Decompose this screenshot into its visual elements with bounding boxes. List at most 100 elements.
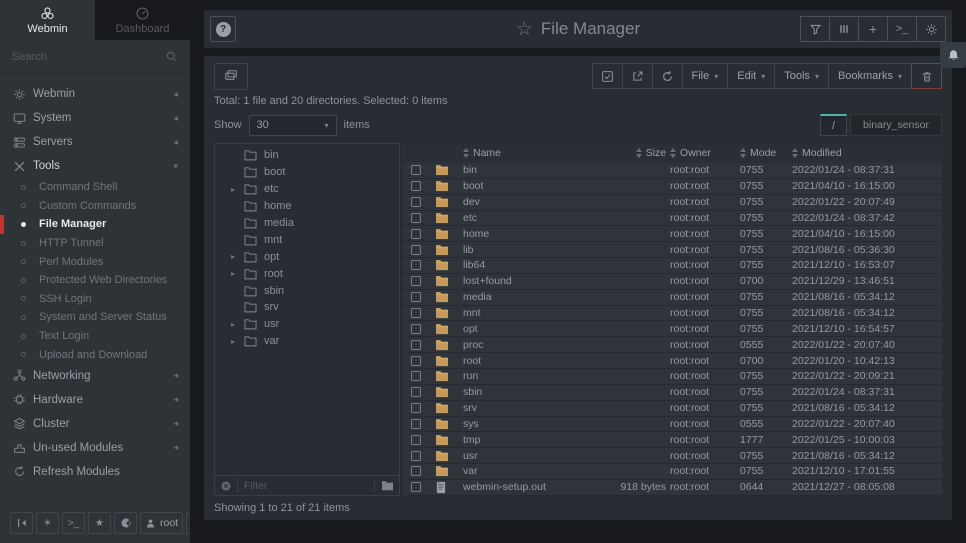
sidebar-item-un-used-modules[interactable]: Un-used Modules◂	[0, 436, 190, 460]
root-path-button[interactable]: /	[820, 114, 847, 136]
sidebar-item-protected-web-directories[interactable]: Protected Web Directories	[0, 271, 190, 290]
tree-item-bin[interactable]: bin	[215, 147, 399, 164]
search-input[interactable]	[12, 51, 165, 63]
tree-expand-icon[interactable]: ▸	[229, 185, 237, 194]
table-row-lib64[interactable]: lib64root:root07552021/12/10 - 16:53:07	[403, 258, 942, 274]
sidebar-item-system-and-server-status[interactable]: System and Server Status	[0, 308, 190, 327]
row-checkbox[interactable]	[403, 229, 429, 239]
table-row-lost-found[interactable]: lost+foundroot:root07002021/12/29 - 13:4…	[403, 274, 942, 290]
tree-item-usr[interactable]: ▸usr	[215, 316, 399, 333]
tree-item-media[interactable]: media	[215, 215, 399, 232]
row-checkbox[interactable]	[403, 213, 429, 223]
sidebar-item-webmin[interactable]: Webmin◂	[0, 82, 190, 106]
tree-folder-button[interactable]	[374, 480, 394, 491]
table-row-bin[interactable]: binroot:root07552022/01/24 - 08:37:31	[403, 163, 942, 179]
sidebar-item-ssh-login[interactable]: SSH Login	[0, 290, 190, 309]
sidebar-item-custom-commands[interactable]: Custom Commands	[0, 197, 190, 216]
row-checkbox[interactable]	[403, 387, 429, 397]
column-header-mode[interactable]: Mode	[740, 147, 792, 159]
row-checkbox[interactable]	[403, 466, 429, 476]
tree-item-boot[interactable]: boot	[215, 164, 399, 181]
edit-menu-button[interactable]: Edit ▾	[727, 63, 775, 89]
tree-item-sbin[interactable]: sbin	[215, 282, 399, 299]
terminal-shortcut-button[interactable]: >_	[62, 512, 85, 534]
table-row-run[interactable]: runroot:root07552022/01/22 - 20:09:21	[403, 369, 942, 385]
sidebar-item-upload-and-download[interactable]: Upload and Download	[0, 345, 190, 364]
filter-button[interactable]	[800, 16, 830, 42]
sidebar-item-tools[interactable]: Tools▾	[0, 154, 190, 178]
settings-button[interactable]	[916, 16, 946, 42]
columns-button[interactable]	[829, 16, 859, 42]
table-row-sbin[interactable]: sbinroot:root07552022/01/24 - 08:37:31	[403, 385, 942, 401]
clear-filter-icon[interactable]	[220, 480, 232, 492]
sidebar-item-file-manager[interactable]: File Manager	[0, 215, 190, 234]
sidebar-item-text-login[interactable]: Text Login	[0, 327, 190, 346]
row-checkbox[interactable]	[403, 324, 429, 334]
row-checkbox[interactable]	[403, 292, 429, 302]
delete-button[interactable]	[911, 63, 942, 89]
row-checkbox[interactable]	[403, 308, 429, 318]
sidebar-item-cluster[interactable]: Cluster◂	[0, 412, 190, 436]
row-checkbox[interactable]	[403, 181, 429, 191]
row-checkbox[interactable]	[403, 371, 429, 381]
tree-expand-icon[interactable]: ▸	[229, 252, 237, 261]
table-row-mnt[interactable]: mntroot:root07552021/08/16 - 05:34:12	[403, 306, 942, 322]
table-row-tmp[interactable]: tmproot:root17772022/01/25 - 10:00:03	[403, 432, 942, 448]
row-checkbox[interactable]	[403, 245, 429, 255]
sidebar-item-perl-modules[interactable]: Perl Modules	[0, 252, 190, 271]
table-row-opt[interactable]: optroot:root07552021/12/10 - 16:54:57	[403, 321, 942, 337]
row-checkbox[interactable]	[403, 356, 429, 366]
tab-webmin[interactable]: Webmin	[0, 0, 95, 40]
help-button[interactable]: ?	[210, 16, 236, 42]
sidebar-item-hardware[interactable]: Hardware◂	[0, 388, 190, 412]
row-checkbox[interactable]	[403, 260, 429, 270]
sidebar-item-system[interactable]: System◂	[0, 106, 190, 130]
table-row-home[interactable]: homeroot:root07552021/04/10 - 16:15:00	[403, 226, 942, 242]
row-checkbox[interactable]	[403, 165, 429, 175]
table-row-var[interactable]: varroot:root07552021/12/10 - 17:01:55	[403, 464, 942, 480]
tab-dashboard[interactable]: Dashboard	[95, 0, 190, 40]
table-row-usr[interactable]: usrroot:root07552021/08/16 - 05:34:12	[403, 448, 942, 464]
add-button[interactable]: +	[858, 16, 888, 42]
row-checkbox[interactable]	[403, 451, 429, 461]
tree-item-home[interactable]: home	[215, 198, 399, 215]
tree-item-mnt[interactable]: mnt	[215, 231, 399, 248]
file-menu-button[interactable]: File ▾	[682, 63, 729, 89]
tree-expand-icon[interactable]: ▸	[229, 337, 237, 346]
grid-view-button[interactable]	[214, 63, 248, 90]
user-button[interactable]: root	[140, 512, 183, 534]
favorites-button[interactable]: ★	[88, 512, 111, 534]
page-size-select[interactable]: 30 ▾	[249, 115, 337, 136]
tree-item-root[interactable]: ▸root	[215, 265, 399, 282]
share-button[interactable]	[622, 63, 653, 89]
tree-item-etc[interactable]: ▸etc	[215, 181, 399, 198]
sidebar-item-networking[interactable]: Networking◂	[0, 364, 190, 388]
table-row-media[interactable]: mediaroot:root07552021/08/16 - 05:34:12	[403, 290, 942, 306]
shell-button[interactable]: >_	[887, 16, 917, 42]
refresh-button[interactable]	[652, 63, 683, 89]
bookmarks-menu-button[interactable]: Bookmarks ▾	[828, 63, 912, 89]
tree-expand-icon[interactable]: ▸	[229, 320, 237, 329]
tools-menu-button[interactable]: Tools ▾	[774, 63, 829, 89]
column-header-owner[interactable]: Owner	[670, 147, 740, 159]
table-row-lib[interactable]: libroot:root07552021/08/16 - 05:36:30	[403, 242, 942, 258]
row-checkbox[interactable]	[403, 197, 429, 207]
sidebar-item-http-tunnel[interactable]: HTTP Tunnel	[0, 234, 190, 253]
tree-expand-icon[interactable]: ▸	[229, 269, 237, 278]
sidebar-item-servers[interactable]: Servers◂	[0, 130, 190, 154]
column-header-modified[interactable]: Modified	[792, 147, 942, 159]
language-stats-button[interactable]	[114, 512, 137, 534]
column-header-name[interactable]: Name	[463, 147, 565, 159]
current-path-field[interactable]: binary_sensor	[850, 114, 942, 136]
table-row-webmin-setup-out[interactable]: webmin-setup.out918 bytesroot:root064420…	[403, 480, 942, 496]
sidebar-item-command-shell[interactable]: Command Shell	[0, 178, 190, 197]
column-header-size[interactable]: Size	[565, 147, 670, 159]
row-checkbox[interactable]	[403, 419, 429, 429]
tree-item-opt[interactable]: ▸opt	[215, 248, 399, 265]
collapse-sidebar-button[interactable]	[10, 512, 33, 534]
row-checkbox[interactable]	[403, 403, 429, 413]
select-all-button[interactable]	[592, 63, 623, 89]
tree-filter-input[interactable]	[237, 479, 369, 493]
row-checkbox[interactable]	[403, 340, 429, 350]
table-row-boot[interactable]: bootroot:root07552021/04/10 - 16:15:00	[403, 179, 942, 195]
